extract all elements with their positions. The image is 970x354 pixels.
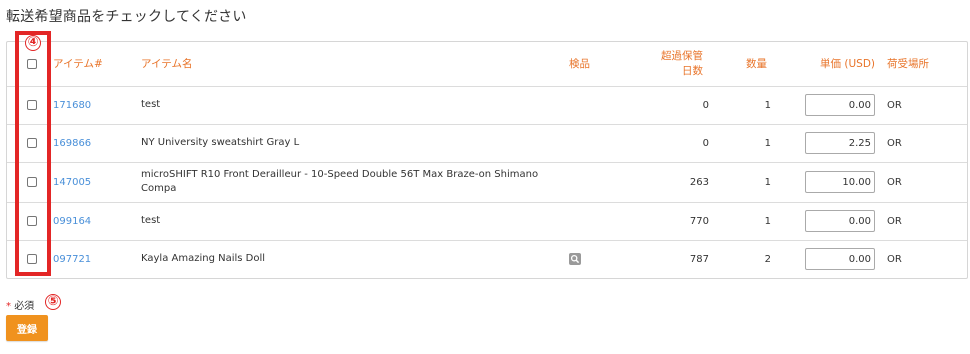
unit-price-input[interactable]: [805, 210, 875, 232]
location: OR: [881, 123, 967, 162]
table-header-row: アイテム# アイテム名 検品 超過保管日数 数量 単価 (USD) 荷受場所: [7, 42, 967, 86]
quantity: 1: [719, 85, 785, 124]
table-row: 171680 test 0 1 OR: [7, 85, 967, 124]
item-number-link[interactable]: 171680: [53, 100, 91, 111]
required-note: * 必須: [6, 297, 34, 312]
table-row: 169866 NY University sweatshirt Gray L 0…: [7, 123, 967, 162]
header-quantity: 数量: [746, 58, 767, 71]
item-name: microSHIFT R10 Front Derailleur - 10-Spe…: [141, 169, 539, 194]
quantity: 1: [719, 161, 785, 202]
item-number-link[interactable]: 099164: [53, 216, 91, 227]
header-overdue-days-line2: 日数: [682, 64, 703, 77]
inspection-cell: [565, 85, 633, 124]
header-item-number[interactable]: アイテム#: [47, 42, 135, 86]
inspection-cell: [565, 161, 633, 202]
location: OR: [881, 85, 967, 124]
unit-price-input[interactable]: [805, 248, 875, 271]
row-checkbox[interactable]: [27, 253, 37, 264]
header-item-name[interactable]: アイテム名: [135, 42, 565, 86]
unit-price-input[interactable]: [805, 132, 875, 154]
row-checkbox[interactable]: [27, 137, 37, 148]
quantity: 2: [719, 239, 785, 278]
unit-price-input[interactable]: [805, 94, 875, 116]
location: OR: [881, 161, 967, 202]
item-name: test: [141, 99, 161, 110]
overdue-days: 0: [633, 123, 719, 162]
required-label: 必須: [14, 301, 35, 312]
unit-price-input[interactable]: [805, 171, 875, 193]
location: OR: [881, 239, 967, 278]
header-location: 荷受場所: [887, 58, 929, 71]
row-checkbox[interactable]: [27, 99, 37, 110]
item-number-link[interactable]: 097721: [53, 254, 91, 265]
header-unit-price: 単価 (USD): [820, 58, 875, 71]
select-all-checkbox[interactable]: [27, 58, 37, 69]
item-number-link[interactable]: 169866: [53, 138, 91, 149]
table-row: 099164 test 770 1 OR: [7, 201, 967, 240]
item-name: Kayla Amazing Nails Doll: [141, 253, 266, 265]
item-table: アイテム# アイテム名 検品 超過保管日数 数量 単価 (USD) 荷受場所 1…: [6, 41, 968, 279]
header-inspection: 検品: [569, 58, 590, 71]
table-row: 097721 Kayla Amazing Nails Doll 787 2 OR: [7, 239, 967, 278]
table-row: 147005 microSHIFT R10 Front Derailleur -…: [7, 161, 967, 202]
overdue-days: 263: [633, 161, 719, 202]
header-overdue-days-line1: 超過保管: [661, 49, 703, 62]
inspection-cell: [565, 201, 633, 240]
quantity: 1: [719, 123, 785, 162]
location: OR: [881, 201, 967, 240]
overdue-days: 0: [633, 85, 719, 124]
quantity: 1: [719, 201, 785, 240]
annotation-number-4: ④: [25, 35, 41, 51]
page-title: 転送希望商品をチェックしてください: [6, 9, 247, 25]
annotation-number-5: ⑤: [45, 294, 61, 310]
overdue-days: 787: [633, 239, 719, 278]
inspection-cell: [565, 123, 633, 162]
required-star: *: [6, 301, 11, 312]
register-button[interactable]: 登録: [6, 315, 48, 341]
inspection-magnifier-icon[interactable]: [569, 253, 581, 266]
item-number-link[interactable]: 147005: [53, 177, 91, 188]
overdue-days: 770: [633, 201, 719, 240]
inspection-cell: [565, 239, 633, 278]
item-name: NY University sweatshirt Gray L: [141, 137, 300, 148]
row-checkbox[interactable]: [27, 176, 37, 187]
item-name: test: [141, 215, 161, 226]
row-checkbox[interactable]: [27, 215, 37, 226]
header-overdue-days: 超過保管日数: [633, 42, 719, 86]
